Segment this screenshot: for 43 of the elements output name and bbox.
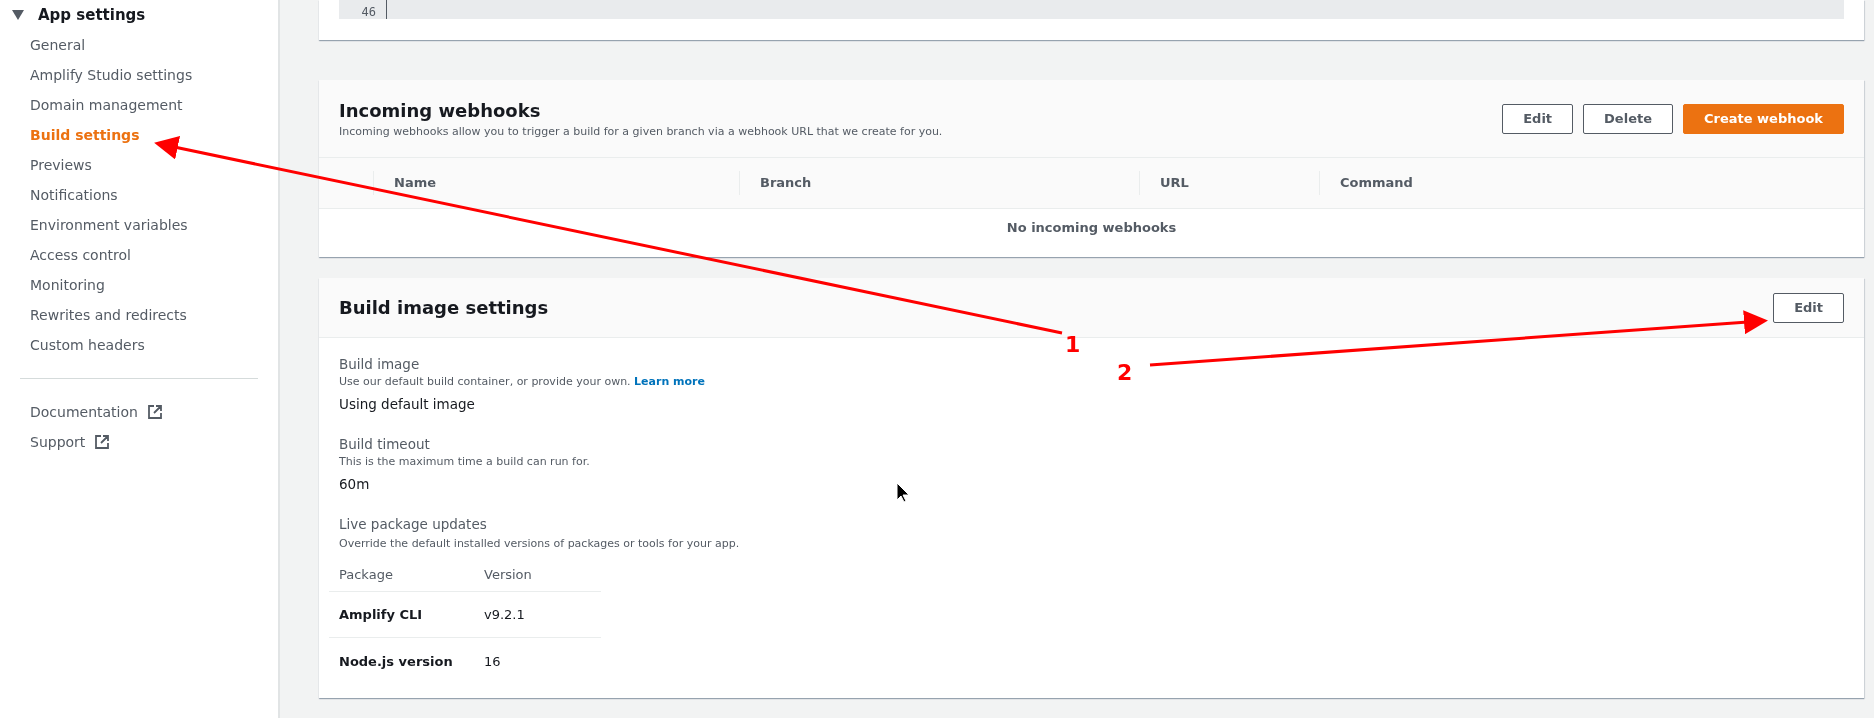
package-name: Amplify CLI: [339, 607, 423, 622]
annotation-number: 1: [1065, 332, 1081, 357]
package-version: v9.2.1: [484, 607, 525, 622]
cursor-icon: [896, 482, 910, 503]
action-button[interactable]: Delete: [1583, 103, 1673, 134]
sidebar-link[interactable]: Documentation: [30, 397, 162, 427]
sidebar-item[interactable]: General: [30, 30, 86, 60]
action-button[interactable]: Edit: [1502, 103, 1574, 134]
app-settings-section[interactable]: App settings: [0, 4, 146, 26]
field-description: Use our default build container, or provide your own. Learn more: [339, 375, 706, 388]
sidebar-item[interactable]: Environment variables: [30, 210, 188, 240]
column-header: Version: [484, 567, 532, 582]
section-description: Incoming webhooks allow you to trigger a build for a given branch via a webhook URL that we create for you.: [339, 124, 943, 138]
section-title: Build image settings: [339, 297, 549, 318]
field-description: Override the default installed versions of packages or tools for your app.: [339, 537, 741, 550]
caret-icon: [12, 10, 24, 20]
line-number: 46: [361, 5, 376, 19]
column-header: Branch: [760, 175, 812, 190]
column-header: Command: [1340, 175, 1413, 190]
annotation-number: 2: [1117, 360, 1133, 385]
sidebar-item[interactable]: Domain management: [30, 90, 183, 120]
column-header: Package: [339, 567, 393, 582]
empty-message: No incoming webhooks: [1006, 219, 1177, 235]
field-value: 60m: [339, 476, 371, 492]
field-label: Build timeout: [339, 436, 431, 452]
sidebar-item[interactable]: Monitoring: [30, 270, 105, 300]
field-value: Using default image: [339, 396, 476, 412]
sidebar-item[interactable]: Previews: [30, 150, 92, 180]
learn-more-link[interactable]: Learn more: [634, 375, 705, 388]
column-header: Name: [394, 175, 436, 190]
column-header: URL: [1160, 175, 1189, 190]
sidebar-item[interactable]: Amplify Studio settings: [30, 60, 193, 90]
field-description: This is the maximum time a build can run for.: [339, 455, 591, 468]
sidebar-link[interactable]: Support: [30, 427, 110, 457]
package-name: Node.js version: [339, 653, 453, 669]
section-title: Incoming webhooks: [339, 99, 542, 121]
edit-button[interactable]: Edit: [1773, 292, 1844, 323]
sidebar-item[interactable]: Access control: [30, 240, 131, 270]
package-version: 16: [484, 653, 501, 669]
field-label: Live package updates: [339, 516, 488, 532]
sidebar-item[interactable]: Notifications: [30, 180, 118, 210]
sidebar-item[interactable]: Custom headers: [30, 330, 145, 360]
sidebar-item[interactable]: Rewrites and redirects: [30, 300, 187, 330]
